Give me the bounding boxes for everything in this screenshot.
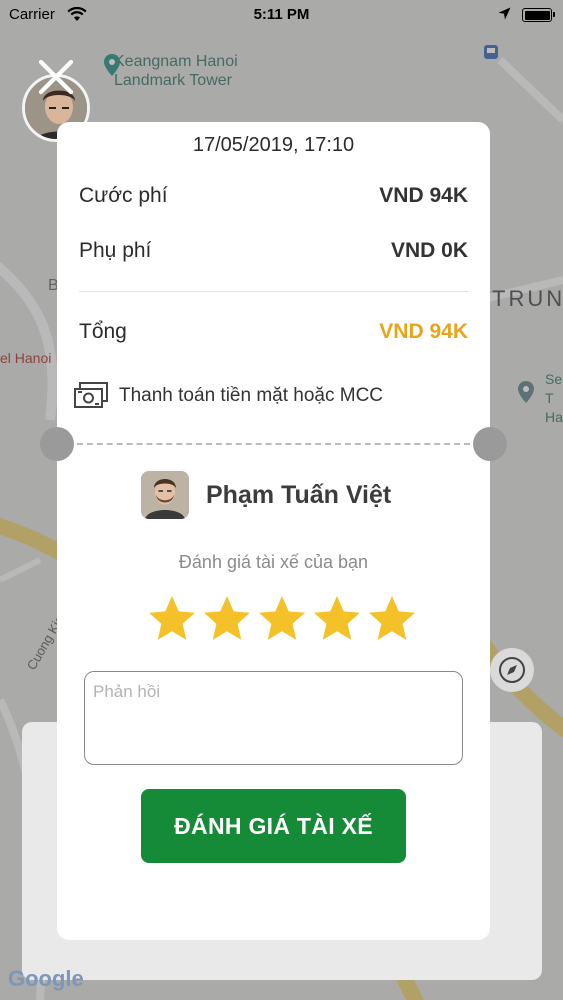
rating-prompt: Đánh giá tài xế của bạn — [178, 552, 369, 572]
star-icon[interactable] — [367, 594, 417, 644]
rate-driver-button[interactable]: ĐÁNH GIÁ TÀI XẾ — [141, 789, 406, 863]
star-icon[interactable] — [312, 594, 362, 644]
trip-receipt-card: 17/05/2019, 17:10 Cước phí VND 94K Phụ p… — [40, 122, 507, 940]
feedback-input[interactable] — [84, 671, 463, 765]
driver-avatar — [141, 471, 189, 519]
total-row: Tổng VND 94K — [79, 320, 468, 348]
ticket-notch-left — [40, 427, 74, 461]
close-button[interactable] — [35, 56, 77, 98]
star-rating — [147, 594, 417, 644]
status-time: 5:11 PM — [253, 6, 310, 23]
divider — [79, 291, 468, 292]
trip-datetime: 17/05/2019, 17:10 — [192, 134, 355, 156]
payment-method: Thanh toán tiền mặt hoặc MCC — [73, 381, 468, 411]
fare-value: VND 94K — [379, 184, 468, 207]
cash-icon — [73, 381, 109, 416]
total-value: VND 94K — [379, 320, 468, 343]
battery-icon — [522, 8, 555, 22]
total-label: Tổng — [79, 320, 127, 343]
compass-button[interactable] — [490, 648, 534, 692]
fare-row: Cước phí VND 94K — [79, 184, 468, 212]
google-logo: Google — [8, 966, 84, 991]
payment-method-label: Thanh toán tiền mặt hoặc MCC — [119, 385, 384, 406]
driver-info: Phạm Tuấn Việt — [141, 471, 470, 519]
surcharge-value: VND 0K — [390, 239, 468, 262]
star-icon[interactable] — [257, 594, 307, 644]
location-arrow-icon — [498, 7, 511, 24]
star-icon[interactable] — [202, 594, 252, 644]
compass-icon — [499, 657, 525, 683]
surcharge-label: Phụ phí — [79, 239, 152, 262]
dashed-separator — [77, 443, 470, 445]
surcharge-row: Phụ phí VND 0K — [79, 239, 468, 267]
star-icon[interactable] — [147, 594, 197, 644]
ticket-notch-right — [473, 427, 507, 461]
close-icon — [38, 59, 74, 95]
driver-name: Phạm Tuấn Việt — [206, 481, 392, 509]
fare-label: Cước phí — [79, 184, 168, 207]
status-bar: Carrier 5:11 PM — [0, 0, 563, 30]
